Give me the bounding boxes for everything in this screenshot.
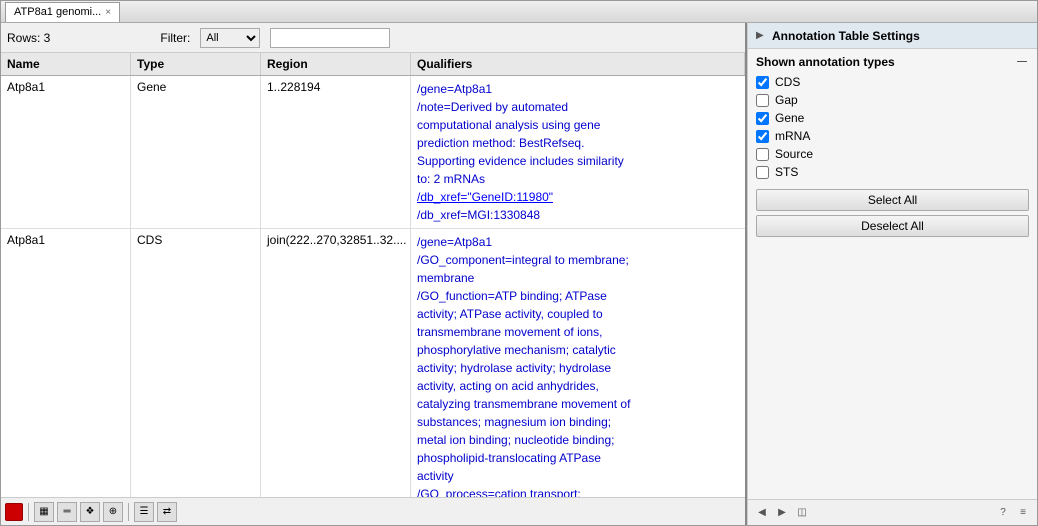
footer-action-icons: ? ≡ bbox=[995, 505, 1031, 521]
action-buttons: Select All Deselect All bbox=[748, 181, 1037, 245]
checkbox-gap[interactable] bbox=[756, 94, 769, 107]
annotation-type-list: CDS Gap Gene mRNA Source bbox=[748, 73, 1037, 181]
db-xref-link-1[interactable]: /db_xref="GeneID:11980" bbox=[417, 190, 553, 204]
right-panel-footer: ◀ ▶ ◫ ? ≡ bbox=[748, 499, 1037, 525]
section-title: Shown annotation types — bbox=[748, 49, 1037, 73]
cell-qualifiers: /gene=Atp8a1 /note=Derived by automated … bbox=[411, 76, 745, 228]
rows-info: Rows: 3 bbox=[7, 31, 50, 45]
nav-left-icon[interactable]: ◀ bbox=[754, 505, 770, 521]
cell-name: Atp8a1 bbox=[1, 76, 131, 228]
window-tab[interactable]: ATP8a1 genomi... × bbox=[5, 2, 120, 22]
nav-right-icon[interactable]: ▶ bbox=[774, 505, 790, 521]
stop-button[interactable] bbox=[5, 503, 23, 521]
filter-label: Filter: bbox=[160, 31, 190, 45]
bottom-toolbar: ▦ ═ ❖ ⊕ ☰ ⇄ bbox=[1, 497, 745, 525]
help-icon[interactable]: ? bbox=[995, 505, 1011, 521]
checkbox-item-gap[interactable]: Gap bbox=[756, 93, 1029, 107]
checkbox-label-gap: Gap bbox=[775, 93, 798, 107]
cell-type: CDS bbox=[131, 229, 261, 497]
checkbox-item-sts[interactable]: STS bbox=[756, 165, 1029, 179]
close-button[interactable]: × bbox=[105, 7, 111, 18]
cell-qualifiers: /gene=Atp8a1 /GO_component=integral to m… bbox=[411, 229, 745, 497]
right-panel: ▶ Annotation Table Settings Shown annota… bbox=[747, 23, 1037, 525]
filter-input[interactable] bbox=[270, 28, 390, 48]
toolbar-btn-3[interactable]: ❖ bbox=[80, 502, 100, 522]
right-panel-spacer bbox=[748, 245, 1037, 499]
select-all-button[interactable]: Select All bbox=[756, 189, 1029, 211]
toolbar-row: Rows: 3 Filter: All Name Type Region Qua… bbox=[1, 23, 745, 53]
toolbar-btn-2[interactable]: ═ bbox=[57, 502, 77, 522]
main-content: Rows: 3 Filter: All Name Type Region Qua… bbox=[1, 23, 1037, 525]
cell-type: Gene bbox=[131, 76, 261, 228]
checkbox-item-gene[interactable]: Gene bbox=[756, 111, 1029, 125]
settings-panel-title: Annotation Table Settings bbox=[772, 29, 920, 43]
toolbar-btn-6[interactable]: ⇄ bbox=[157, 502, 177, 522]
menu-icon[interactable]: ≡ bbox=[1015, 505, 1031, 521]
table-body[interactable]: Atp8a1 Gene 1..228194 /gene=Atp8a1 /note… bbox=[1, 76, 745, 497]
cell-name: Atp8a1 bbox=[1, 229, 131, 497]
section-title-text: Shown annotation types bbox=[756, 55, 895, 69]
main-window: ATP8a1 genomi... × Rows: 3 Filter: All N… bbox=[0, 0, 1038, 526]
cell-region: 1..228194 bbox=[261, 76, 411, 228]
table-header: Name Type Region Qualifiers bbox=[1, 53, 745, 76]
section-collapse-icon[interactable]: — bbox=[1017, 56, 1029, 68]
col-qualifiers: Qualifiers bbox=[411, 53, 745, 75]
separator bbox=[128, 503, 129, 521]
checkbox-cds[interactable] bbox=[756, 76, 769, 89]
left-panel: Rows: 3 Filter: All Name Type Region Qua… bbox=[1, 23, 747, 525]
window-title: ATP8a1 genomi... bbox=[14, 6, 101, 18]
checkbox-item-mrna[interactable]: mRNA bbox=[756, 129, 1029, 143]
footer-nav-icons: ◀ ▶ ◫ bbox=[754, 505, 810, 521]
resize-icon[interactable]: ◫ bbox=[794, 505, 810, 521]
table-row[interactable]: Atp8a1 Gene 1..228194 /gene=Atp8a1 /note… bbox=[1, 76, 745, 229]
checkbox-label-cds: CDS bbox=[775, 75, 800, 89]
deselect-all-button[interactable]: Deselect All bbox=[756, 215, 1029, 237]
checkbox-label-gene: Gene bbox=[775, 111, 804, 125]
filter-select[interactable]: All Name Type Region Qualifiers bbox=[200, 28, 260, 48]
checkbox-sts[interactable] bbox=[756, 166, 769, 179]
checkbox-item-cds[interactable]: CDS bbox=[756, 75, 1029, 89]
col-region: Region bbox=[261, 53, 411, 75]
toolbar-btn-4[interactable]: ⊕ bbox=[103, 502, 123, 522]
col-type: Type bbox=[131, 53, 261, 75]
checkbox-source[interactable] bbox=[756, 148, 769, 161]
annotation-table: Name Type Region Qualifiers Atp8a1 Gene … bbox=[1, 53, 745, 497]
checkbox-label-source: Source bbox=[775, 147, 813, 161]
title-bar: ATP8a1 genomi... × bbox=[1, 1, 1037, 23]
checkbox-mrna[interactable] bbox=[756, 130, 769, 143]
collapse-icon[interactable]: ▶ bbox=[756, 30, 768, 42]
checkbox-gene[interactable] bbox=[756, 112, 769, 125]
table-row[interactable]: Atp8a1 CDS join(222..270,32851..32.... /… bbox=[1, 229, 745, 497]
settings-panel-header: ▶ Annotation Table Settings bbox=[748, 23, 1037, 49]
toolbar-btn-1[interactable]: ▦ bbox=[34, 502, 54, 522]
checkbox-label-sts: STS bbox=[775, 165, 798, 179]
checkbox-item-source[interactable]: Source bbox=[756, 147, 1029, 161]
separator bbox=[28, 503, 29, 521]
checkbox-label-mrna: mRNA bbox=[775, 129, 810, 143]
cell-region: join(222..270,32851..32.... bbox=[261, 229, 411, 497]
toolbar-btn-5[interactable]: ☰ bbox=[134, 502, 154, 522]
col-name: Name bbox=[1, 53, 131, 75]
